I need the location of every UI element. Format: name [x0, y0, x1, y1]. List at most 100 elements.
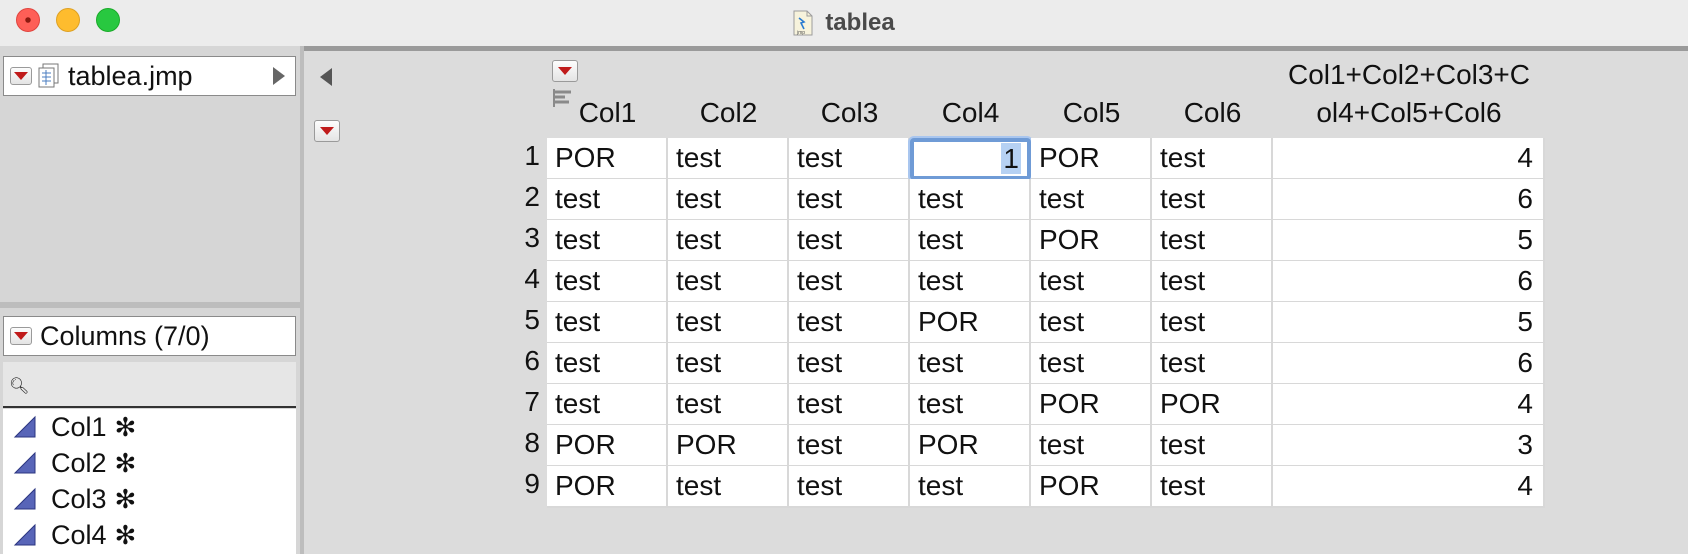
table-cell[interactable]: test	[1152, 179, 1273, 221]
table-cell[interactable]: 6	[1273, 261, 1545, 303]
table-cell[interactable]: test	[789, 425, 910, 467]
table-cell[interactable]: test	[910, 261, 1031, 303]
column-name: Col3	[51, 483, 107, 514]
table-cell[interactable]: test	[789, 384, 910, 426]
column-header[interactable]: Col6	[1152, 48, 1273, 138]
table-cell[interactable]: 5	[1273, 220, 1545, 262]
table-cell[interactable]: test	[910, 466, 1031, 508]
table-cell[interactable]: test	[668, 302, 789, 344]
continuous-column-icon	[13, 451, 36, 474]
table-cell[interactable]: test	[668, 138, 789, 180]
table-cell[interactable]: test	[1031, 179, 1152, 221]
table-cell[interactable]: test	[789, 466, 910, 508]
row-number[interactable]: 8	[500, 427, 540, 459]
column-list-item[interactable]: Col2 ✻	[3, 445, 296, 481]
column-search-input[interactable]: 🔍︎	[3, 362, 296, 408]
row-number[interactable]: 6	[500, 345, 540, 377]
row-number[interactable]: 7	[500, 386, 540, 418]
column-header[interactable]: Col2	[668, 48, 789, 138]
table-cell[interactable]: test	[1152, 466, 1273, 508]
table-cell[interactable]: test	[668, 261, 789, 303]
table-cell[interactable]: 4	[1273, 466, 1545, 508]
table-cell[interactable]: test	[547, 179, 668, 221]
row-number[interactable]: 5	[500, 304, 540, 336]
panel-splitter[interactable]	[0, 302, 300, 308]
table-cell[interactable]: test	[1152, 343, 1273, 385]
table-cell[interactable]: 4	[1273, 384, 1545, 426]
window-title: tablea	[825, 9, 895, 36]
table-cell[interactable]: test	[547, 384, 668, 426]
left-panel: tablea.jmp Columns (7/0) 🔍︎ Col1 ✻ Col2 ✻ Co…	[0, 46, 300, 554]
table-cell[interactable]: 3	[1273, 425, 1545, 467]
selected-table-cell[interactable]: 1	[910, 138, 1031, 180]
table-cell[interactable]: POR	[910, 302, 1031, 344]
row-number[interactable]: 4	[500, 263, 540, 295]
table-cell[interactable]: test	[910, 343, 1031, 385]
table-cell[interactable]: 4	[1273, 138, 1545, 180]
table-cell[interactable]: POR	[1152, 384, 1273, 426]
column-header[interactable]: Col4	[910, 48, 1031, 138]
table-cell[interactable]: test	[910, 220, 1031, 262]
table-cell[interactable]: 5	[1273, 302, 1545, 344]
table-cell[interactable]: POR	[1031, 138, 1152, 180]
row-number[interactable]: 1	[500, 140, 540, 172]
column-header[interactable]: Col1+Col2+Col3+C ol4+Col5+Col6	[1273, 48, 1545, 138]
table-cell[interactable]: test	[1152, 261, 1273, 303]
table-cell[interactable]: test	[1031, 425, 1152, 467]
table-cell[interactable]: test	[1152, 302, 1273, 344]
column-list-item[interactable]: Col3 ✻	[3, 481, 296, 517]
table-cell[interactable]: POR	[547, 425, 668, 467]
table-cell[interactable]: test	[910, 179, 1031, 221]
table-cell[interactable]: test	[668, 179, 789, 221]
column-list: Col1 ✻ Col2 ✻ Col3 ✻ Col4 ✻	[3, 409, 296, 554]
collapse-left-arrow-icon[interactable]	[320, 68, 332, 86]
table-cell[interactable]: POR	[547, 138, 668, 180]
table-cell[interactable]: test	[789, 302, 910, 344]
continuous-column-icon	[13, 487, 36, 510]
table-cell[interactable]: test	[547, 302, 668, 344]
table-cell[interactable]: POR	[1031, 220, 1152, 262]
table-cell[interactable]: test	[668, 220, 789, 262]
table-cell[interactable]: test	[668, 466, 789, 508]
table-panel: tablea.jmp	[3, 56, 296, 96]
table-cell[interactable]: POR	[910, 425, 1031, 467]
red-triangle-icon	[320, 127, 334, 135]
column-list-item[interactable]: Col4 ✻	[3, 517, 296, 553]
table-menu-button[interactable]	[10, 67, 32, 85]
row-number[interactable]: 9	[500, 468, 540, 500]
table-cell[interactable]: test	[789, 343, 910, 385]
red-triangle-icon	[14, 332, 28, 340]
column-header[interactable]: Col3	[789, 48, 910, 138]
table-cell[interactable]: test	[1152, 425, 1273, 467]
table-cell[interactable]: test	[668, 343, 789, 385]
table-cell[interactable]: test	[910, 384, 1031, 426]
script-document-icon: jmp	[793, 10, 813, 36]
table-cell[interactable]: test	[547, 220, 668, 262]
column-header[interactable]: Col5	[1031, 48, 1152, 138]
row-number[interactable]: 3	[500, 222, 540, 254]
table-cell[interactable]: test	[668, 384, 789, 426]
table-cell[interactable]: test	[1031, 261, 1152, 303]
table-cell[interactable]: test	[789, 179, 910, 221]
table-cell[interactable]: test	[789, 138, 910, 180]
table-cell[interactable]: test	[547, 261, 668, 303]
column-header[interactable]: Col1	[547, 48, 668, 138]
table-cell[interactable]: test	[1152, 138, 1273, 180]
table-cell[interactable]: test	[1031, 302, 1152, 344]
table-cell[interactable]: test	[547, 343, 668, 385]
table-cell[interactable]: POR	[1031, 384, 1152, 426]
table-cell[interactable]: test	[1152, 220, 1273, 262]
row-number[interactable]: 2	[500, 181, 540, 213]
columns-menu-button[interactable]	[10, 327, 32, 345]
table-cell[interactable]: POR	[668, 425, 789, 467]
table-cell[interactable]: test	[1031, 343, 1152, 385]
table-cell[interactable]: 6	[1273, 179, 1545, 221]
table-cell[interactable]: test	[789, 220, 910, 262]
run-script-icon[interactable]	[273, 67, 285, 85]
table-cell[interactable]: POR	[1031, 466, 1152, 508]
table-cell[interactable]: 6	[1273, 343, 1545, 385]
table-cell[interactable]: test	[789, 261, 910, 303]
column-list-item[interactable]: Col1 ✻	[3, 409, 296, 445]
table-cell[interactable]: POR	[547, 466, 668, 508]
rows-menu-button[interactable]	[314, 120, 340, 142]
